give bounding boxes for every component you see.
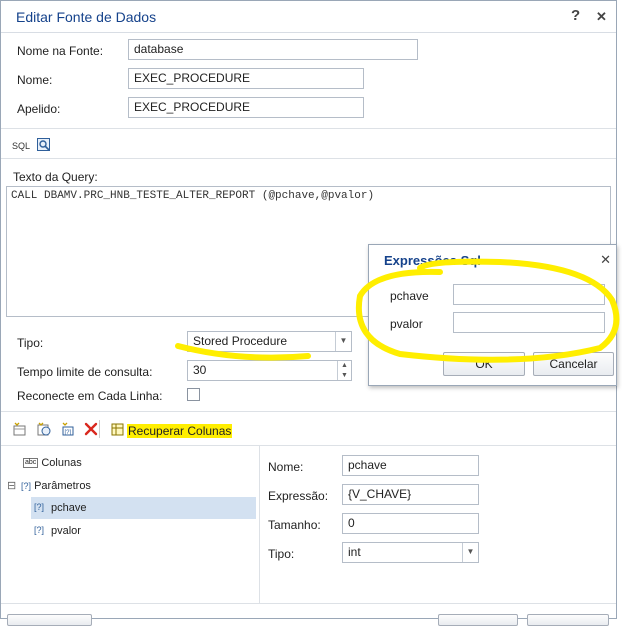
bottom-ok-button[interactable] bbox=[438, 614, 518, 626]
close-button[interactable]: ✕ bbox=[596, 9, 607, 25]
timeout-value: 30 bbox=[193, 363, 207, 377]
tree-param-item[interactable]: [?] pvalor bbox=[31, 520, 256, 542]
pchave-label: pchave bbox=[390, 289, 429, 303]
tree-columns-label: Colunas bbox=[41, 457, 82, 469]
cancel-button[interactable]: Cancelar bbox=[533, 352, 614, 376]
ok-button[interactable]: OK bbox=[443, 352, 525, 376]
help-button[interactable]: ? bbox=[571, 7, 580, 24]
tree-param-label: pvalor bbox=[51, 525, 81, 537]
sql-label: SQL bbox=[12, 141, 31, 151]
parameter-icon: [?] bbox=[34, 525, 45, 535]
spinner-buttons[interactable]: ▲ ▼ bbox=[337, 361, 351, 380]
tree-params-node[interactable]: [?] Parâmetros bbox=[21, 480, 91, 492]
spin-up-icon[interactable]: ▲ bbox=[338, 361, 351, 371]
name-label: Nome: bbox=[17, 73, 53, 87]
divider bbox=[1, 128, 616, 129]
divider bbox=[1, 158, 616, 159]
bottom-cancel-button[interactable] bbox=[527, 614, 609, 626]
divider bbox=[1, 411, 616, 412]
prop-type-label: Tipo: bbox=[268, 547, 295, 561]
source-name-label: Nome na Fonte: bbox=[17, 44, 104, 58]
tree-param-item[interactable]: [?] pchave bbox=[31, 497, 256, 519]
tree-params-label: Parâmetros bbox=[34, 480, 91, 492]
type-label: Tipo: bbox=[17, 336, 44, 350]
type-select[interactable]: Stored Procedure ▼ bbox=[187, 331, 352, 352]
parameter-icon: [?] bbox=[34, 502, 45, 512]
tree-param-label: pchave bbox=[51, 502, 87, 514]
divider bbox=[1, 445, 616, 446]
panel-divider bbox=[259, 446, 260, 603]
chevron-down-icon[interactable]: ▼ bbox=[335, 332, 351, 351]
alias-label: Apelido: bbox=[17, 102, 61, 116]
spin-down-icon[interactable]: ▼ bbox=[338, 371, 351, 381]
parameter-icon: [?] bbox=[21, 481, 32, 491]
timeout-label: Tempo limite de consulta: bbox=[17, 365, 153, 379]
timeout-spinner[interactable]: 30 ▲ ▼ bbox=[187, 360, 352, 381]
tree-columns-node[interactable]: abc Colunas bbox=[23, 457, 82, 469]
alias-input[interactable]: EXEC_PROCEDURE bbox=[128, 97, 364, 118]
prop-size-label: Tamanho: bbox=[268, 518, 321, 532]
calculated-column-icon[interactable] bbox=[37, 422, 51, 436]
add-column-icon[interactable] bbox=[13, 422, 27, 436]
query-builder-icon[interactable] bbox=[37, 138, 51, 152]
pvalor-label: pvalor bbox=[390, 317, 423, 331]
query-text-label: Texto da Query: bbox=[13, 170, 98, 184]
prop-expression-input[interactable]: {V_CHAVE} bbox=[342, 484, 479, 505]
pvalor-expression-input[interactable] bbox=[453, 312, 605, 333]
bottom-left-button[interactable] bbox=[7, 614, 92, 626]
reconnect-checkbox[interactable] bbox=[187, 388, 200, 401]
prop-type-select[interactable]: int ▼ bbox=[342, 542, 479, 563]
sql-expressions-dialog: Expressões Sql ✕ pchave pvalor OK Cancel… bbox=[368, 244, 617, 386]
close-icon[interactable]: ✕ bbox=[600, 252, 611, 268]
dialog-titlebar: Editar Fonte de Dados ? ✕ bbox=[1, 1, 616, 33]
prop-name-input[interactable]: pchave bbox=[342, 455, 479, 476]
retrieve-columns-icon[interactable] bbox=[111, 423, 125, 437]
dialog-title: Editar Fonte de Dados bbox=[16, 9, 157, 25]
pchave-expression-input[interactable] bbox=[453, 284, 605, 305]
collapse-icon[interactable]: ⊟ bbox=[7, 479, 16, 492]
type-select-value: Stored Procedure bbox=[193, 334, 288, 348]
chevron-down-icon[interactable]: ▼ bbox=[462, 543, 478, 562]
column-icon: abc bbox=[23, 458, 39, 469]
add-parameter-icon[interactable]: [?] bbox=[61, 422, 75, 436]
reconnect-label: Reconecte em Cada Linha: bbox=[17, 389, 163, 403]
prop-type-value: int bbox=[348, 545, 361, 559]
toolbar-separator bbox=[99, 420, 100, 438]
sql-expressions-title: Expressões Sql bbox=[384, 253, 481, 268]
divider bbox=[1, 603, 616, 604]
prop-size-input[interactable]: 0 bbox=[342, 513, 479, 534]
delete-icon[interactable] bbox=[84, 422, 98, 436]
name-input[interactable]: EXEC_PROCEDURE bbox=[128, 68, 364, 89]
source-name-input[interactable]: database bbox=[128, 39, 418, 60]
retrieve-columns-button[interactable]: Recuperar Colunas bbox=[127, 424, 233, 438]
prop-expression-label: Expressão: bbox=[268, 489, 329, 503]
svg-text:[?]: [?] bbox=[65, 430, 72, 436]
prop-name-label: Nome: bbox=[268, 460, 304, 474]
